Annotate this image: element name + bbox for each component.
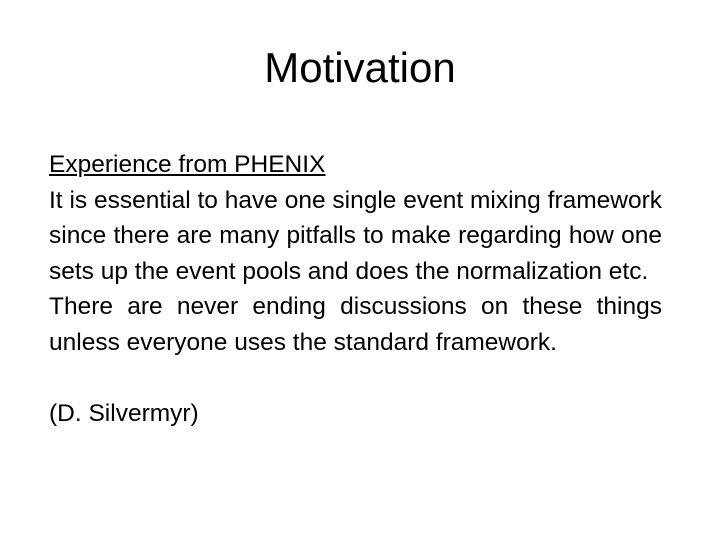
- paragraph-2: There are never ending discussions on th…: [49, 293, 662, 356]
- section-heading: Experience from PHENIX: [49, 151, 326, 178]
- attribution: (D. Silvermyr): [49, 399, 199, 427]
- slide-title: Motivation: [264, 44, 456, 91]
- slide-body: Experience from PHENIX It is essential t…: [49, 147, 662, 431]
- paragraph-1: It is essential to have one single event…: [49, 186, 662, 285]
